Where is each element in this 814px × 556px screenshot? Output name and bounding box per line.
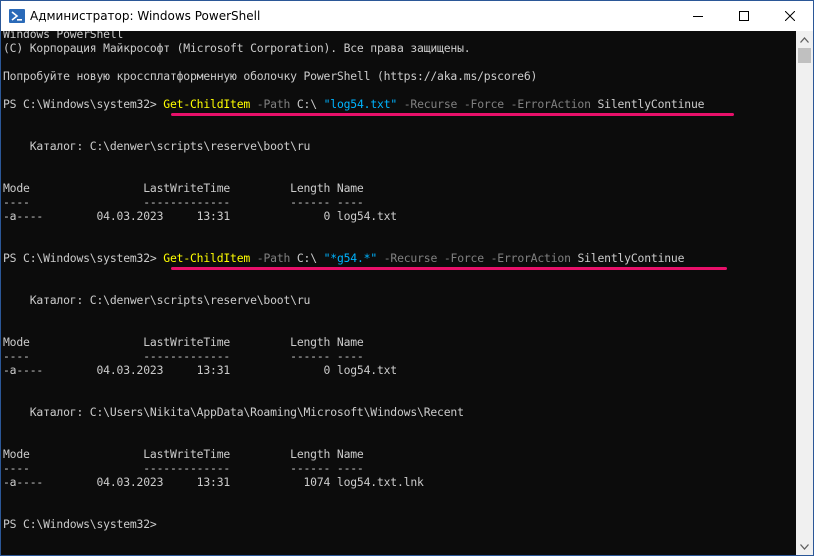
current-prompt[interactable]: PS C:\Windows\system32> (3, 517, 157, 531)
param-recurse: -Recurse (383, 251, 438, 265)
scroll-up-button[interactable] (796, 31, 813, 48)
param-recurse: -Recurse (403, 97, 458, 111)
chevron-down-icon (800, 543, 809, 550)
table-row: -a---- 04.03.2023 13:31 0 log54.txt (3, 363, 397, 377)
powershell-icon (9, 8, 25, 24)
command-line-1: PS C:\Windows\system32> Get-ChildItem -P… (3, 97, 705, 111)
scroll-down-button[interactable] (796, 538, 813, 555)
close-button[interactable] (767, 1, 813, 31)
param-force: -Force (463, 97, 504, 111)
erroraction-value: SilentlyContinue (597, 97, 705, 111)
param-erroraction: -ErrorAction (490, 251, 571, 265)
title-bar[interactable]: Администратор: Windows PowerShell (1, 1, 813, 31)
param-force: -Force (443, 251, 484, 265)
highlight-underline (171, 267, 727, 270)
filter-string: "*g54.*" (323, 251, 378, 265)
cmdlet: Get-ChildItem (163, 251, 251, 265)
directory-line: Каталог: C:\denwer\scripts\reserve\boot\… (3, 139, 311, 153)
table-header: Mode LastWriteTime Length Name (3, 335, 364, 349)
vertical-scrollbar[interactable] (796, 31, 813, 555)
param-erroraction: -ErrorAction (510, 97, 591, 111)
console-header-line: Windows PowerShell (3, 31, 124, 41)
erroraction-value: SilentlyContinue (577, 251, 685, 265)
minimize-button[interactable] (675, 1, 721, 31)
minimize-icon (693, 16, 703, 17)
powershell-window: Администратор: Windows PowerShell Window… (0, 0, 814, 556)
cmdlet: Get-ChildItem (163, 97, 251, 111)
table-separator: ---- ------------- ------ ---- (3, 461, 364, 475)
param-path: -Path (256, 251, 291, 265)
table-separator: ---- ------------- ------ ---- (3, 195, 364, 209)
prompt: PS C:\Windows\system32> (3, 97, 157, 111)
table-row: -a---- 04.03.2023 13:31 1074 log54.txt.l… (3, 475, 424, 489)
highlight-underline (171, 113, 734, 116)
prompt: PS C:\Windows\system32> (3, 251, 157, 265)
chevron-up-icon (800, 36, 809, 43)
table-header: Mode LastWriteTime Length Name (3, 447, 364, 461)
console-output[interactable]: Windows PowerShell (C) Корпорация Майкро… (1, 31, 796, 555)
maximize-button[interactable] (721, 1, 767, 31)
close-icon (785, 11, 795, 21)
directory-line: Каталог: C:\denwer\scripts\reserve\boot\… (3, 293, 311, 307)
console-copyright-line: (C) Корпорация Майкрософт (Microsoft Cor… (3, 41, 471, 55)
maximize-icon (739, 11, 749, 21)
table-header: Mode LastWriteTime Length Name (3, 181, 364, 195)
path-value: C:\ (296, 251, 317, 265)
path-value: C:\ (296, 97, 317, 111)
scrollbar-thumb[interactable] (798, 48, 811, 63)
table-separator: ---- ------------- ------ ---- (3, 349, 364, 363)
window-title: Администратор: Windows PowerShell (30, 9, 261, 23)
console-pscore-line: Попробуйте новую кроссплатформенную обол… (3, 69, 538, 83)
command-line-2: PS C:\Windows\system32> Get-ChildItem -P… (3, 251, 684, 265)
param-path: -Path (256, 97, 291, 111)
table-row: -a---- 04.03.2023 13:31 0 log54.txt (3, 209, 397, 223)
directory-line: Каталог: C:\Users\Nikita\AppData\Roaming… (3, 405, 464, 419)
filter-string: "log54.txt" (323, 97, 398, 111)
